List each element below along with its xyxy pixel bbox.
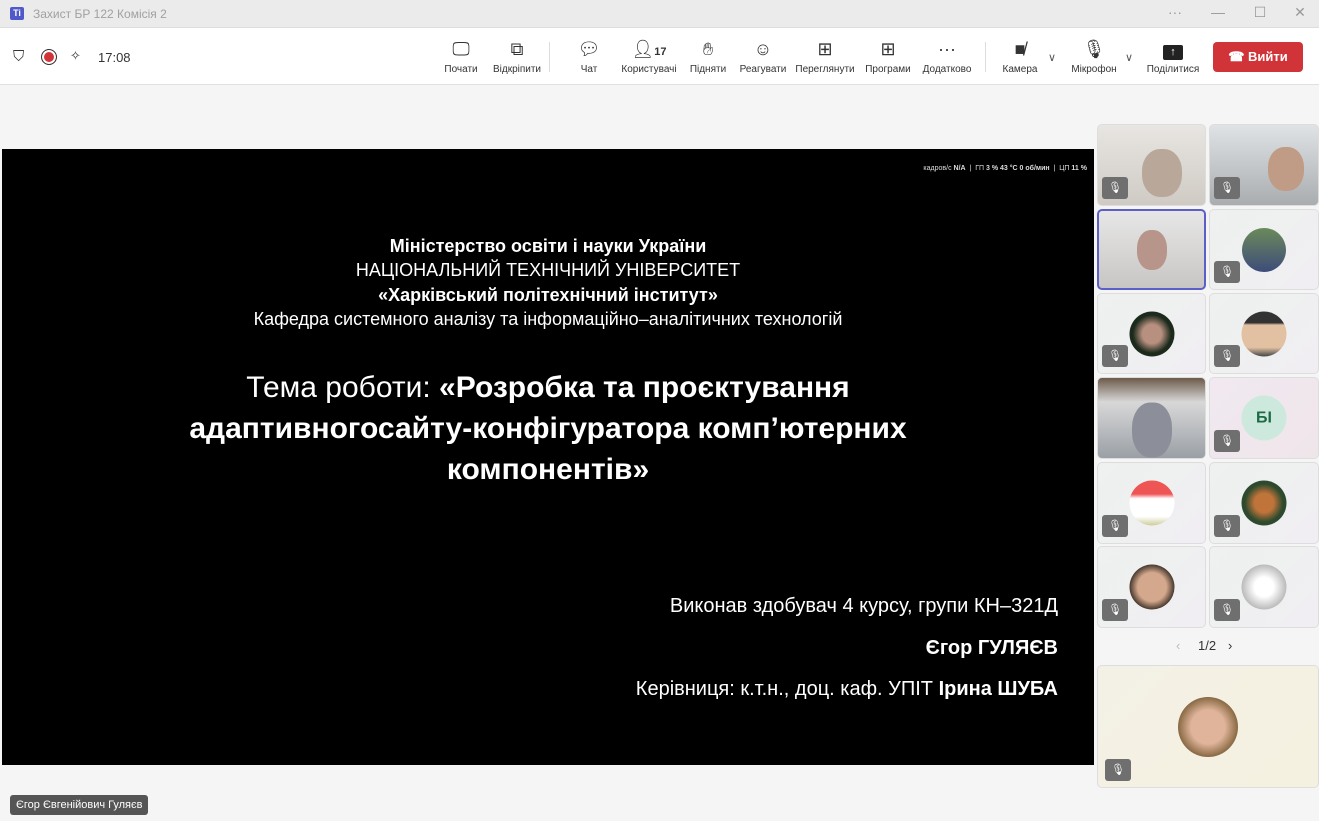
participant-tile[interactable]: 🎙︎ [1097,462,1206,544]
teams-logo: Ti [10,7,24,20]
presenter-name-tag: Єгор Євгенійович Гуляєв [10,795,149,815]
close-button[interactable]: ✕ [1285,4,1315,21]
mic-muted-icon: 🎙︎ [1102,515,1128,537]
shield-icon[interactable]: ⛉ [13,48,24,65]
more-button[interactable]: ··· Додатково [920,38,974,80]
screen-cursor-icon: 🖵 [452,39,470,59]
participant-avatar [1241,564,1287,610]
chat-icon: 💬︎ [577,39,601,59]
university: НАЦІОНАЛЬНИЙ ТЕХНІЧНИЙ УНІВЕРСИТЕТ [355,260,741,280]
participant-video [1267,147,1304,191]
participant-tile[interactable]: 🎙︎ [1097,293,1206,374]
mic-muted-icon: 🎙︎ [1214,261,1240,283]
participant-tile[interactable]: 🎙︎ [1209,546,1319,628]
apps-button[interactable]: ⊞ Програми [863,38,913,80]
mic-muted-icon: 🎙︎ [1214,599,1240,621]
camera-button[interactable]: ■̸ Камера [1000,38,1040,80]
person-icon: 👤︎17 [631,39,667,59]
hangup-icon: ☎︎ [1228,49,1249,64]
participant-video [1136,229,1167,270]
popout-icon: ⧉ [510,39,524,59]
participant-avatar [1129,311,1174,356]
ministry: Міністерство освіти і науки України [389,236,707,256]
sparkle-icon[interactable]: ✧ [70,48,81,64]
mic-muted-icon: 🎙︎ [1102,177,1128,199]
participant-avatar [1241,311,1287,356]
participant-video-tile[interactable] [1097,377,1206,459]
author-line: Виконав здобувач 4 курсу, групи КН–321Д [669,595,1058,617]
meeting-time: 17:08 [98,50,131,65]
participant-video [1142,149,1183,197]
mic-muted-icon: 🎙︎ [1102,599,1128,621]
participant-video [1131,402,1172,458]
hand-icon: ✋︎ [702,39,714,59]
people-count: 17 [654,46,667,58]
participant-video-tile[interactable]: 🎙︎ [1097,124,1206,206]
participant-tile[interactable]: 🎙︎ [1209,293,1319,374]
mic-muted-icon: 🎙︎ [1214,177,1240,199]
participant-avatar [1129,564,1174,610]
window-title: Захист БР 122 Комісія 2 [33,7,167,21]
mic-muted-icon: 🎙︎ [1214,515,1240,537]
start-button[interactable]: 🖵 Почати [440,38,482,80]
participant-tile[interactable]: 🎙︎ [1209,462,1319,544]
share-icon: ↑ [1145,38,1201,60]
mic-options-chevron-icon[interactable]: ∨ [1125,51,1133,64]
grid-icon: ⊞ [817,39,833,59]
mic-muted-icon: 🎙︎ [1102,345,1128,367]
participant-initials: БІ [1241,395,1287,441]
page-indicator: 1/2 [1198,638,1217,653]
share-button[interactable]: ↑ Поділитися [1145,38,1201,80]
previous-page-chevron-icon[interactable]: ‹ [1176,638,1180,653]
department: Кафедра системного аналізу та інформацій… [253,309,843,329]
react-button[interactable]: ☺ Реагувати [738,38,788,80]
mic-muted-icon: 🎙︎ [1105,759,1131,781]
smiley-icon: ☺ [753,39,773,59]
participant-avatar [1178,696,1238,757]
participant-avatar [1241,480,1287,526]
mic-button[interactable]: 🎙︎ Мікрофон [1068,38,1120,80]
institute: «Харківський політехнічний інститут» [378,285,718,305]
view-button[interactable]: ⊞ Переглянути [795,38,855,80]
chat-button[interactable]: 💬︎ Чат [574,38,604,80]
camera-off-icon: ■̸ [1014,39,1026,59]
window-more-button[interactable]: ··· [1160,4,1190,20]
plus-box-icon: ⊞ [880,39,896,59]
topic-line-1: Тема роботи: «Розробка та проєктування [246,371,850,404]
unpin-button[interactable]: ⧉ Відкріпити [490,38,544,80]
mic-muted-icon: 🎙︎ [1214,430,1240,452]
topic-line-2: адаптивногосайту-конфігуратора комп’ютер… [189,412,907,445]
author-name: Єгор ГУЛЯЄВ [925,637,1058,659]
mic-off-icon: 🎙︎ [1082,39,1106,59]
participant-avatar [1242,227,1286,272]
topic-line-3: компонентів» [446,453,650,486]
shared-screen: кадров/с N/A | ГП 3 % 43 °C 0 об/мин | Ц… [2,149,1094,765]
camera-options-chevron-icon[interactable]: ∨ [1048,51,1056,64]
title-bar: Ti Захист БР 122 Комісія 2 ··· — ☐ ✕ [0,0,1319,28]
people-button[interactable]: 👤︎17 Користувачі [618,38,680,80]
supervisor-line: Керівниця: к.т.н., доц. каф. УПІТ Ірина … [635,678,1058,700]
participant-avatar [1129,480,1174,526]
leave-button[interactable]: ☎︎ Вийти [1213,42,1303,72]
participant-tile[interactable]: 🎙︎ [1209,209,1319,290]
maximize-button[interactable]: ☐ [1245,4,1275,21]
participant-tile-large[interactable]: 🎙︎ [1097,665,1319,788]
participant-video-tile-active[interactable] [1097,209,1206,290]
next-page-chevron-icon[interactable]: › [1228,638,1232,653]
participant-tile[interactable]: 🎙︎ [1097,546,1206,628]
ellipsis-icon: ··· [938,39,956,59]
minimize-button[interactable]: — [1203,4,1233,20]
recording-icon[interactable] [41,49,57,65]
participant-tile[interactable]: БІ 🎙︎ [1209,377,1319,459]
mic-muted-icon: 🎙︎ [1214,345,1240,367]
participant-video-tile[interactable]: 🎙︎ [1209,124,1319,206]
performance-overlay: кадров/с N/A | ГП 3 % 43 °C 0 об/мин | Ц… [923,165,1087,172]
raise-hand-button[interactable]: ✋︎ Підняти [688,38,728,80]
